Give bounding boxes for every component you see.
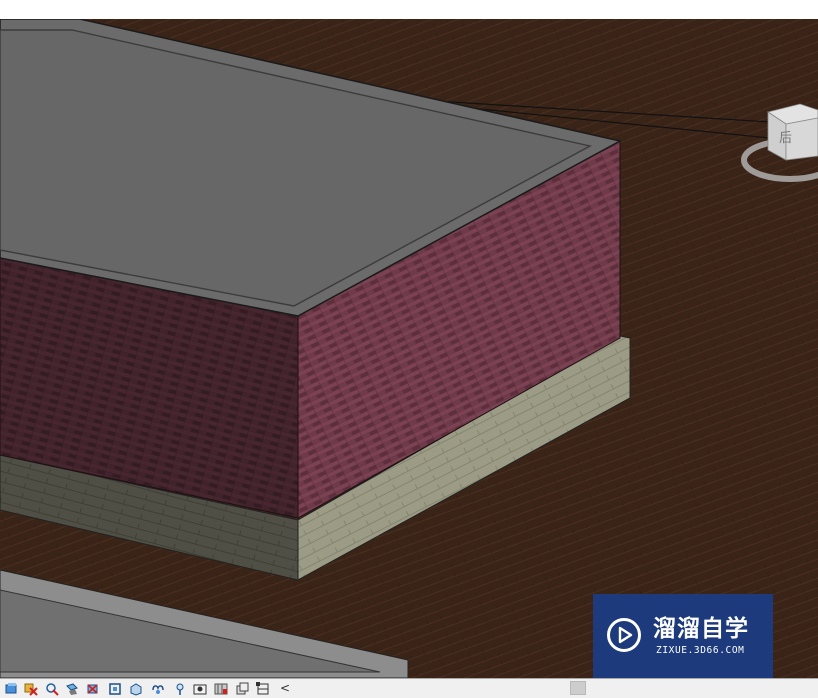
watermark-logo: 溜溜自学 ZIXUE.3D66.COM bbox=[593, 594, 773, 678]
shadows-icon[interactable] bbox=[64, 681, 79, 696]
unlock-3d-view-icon[interactable] bbox=[150, 681, 165, 696]
watermark-title: 溜溜自学 bbox=[653, 616, 749, 642]
watermark-subtitle: ZIXUE.3D66.COM bbox=[656, 645, 745, 656]
view-control-bar: < bbox=[0, 678, 818, 698]
collapse-toolbar-arrow[interactable]: < bbox=[280, 680, 290, 697]
detail-level-icon[interactable] bbox=[4, 681, 19, 696]
play-logo-icon bbox=[607, 618, 641, 652]
horizontal-scrollbar-thumb[interactable] bbox=[570, 681, 586, 695]
crop-region-icon[interactable] bbox=[107, 681, 122, 696]
rendering-icon[interactable] bbox=[85, 681, 100, 696]
sun-path-icon[interactable] bbox=[44, 681, 59, 696]
title-strip bbox=[0, 0, 818, 20]
visual-style-icon[interactable] bbox=[23, 681, 38, 696]
viewcube-face-label: 后 bbox=[779, 131, 792, 146]
3d-view-canvas[interactable]: 后 bbox=[0, 19, 818, 678]
show-crop-icon[interactable] bbox=[128, 681, 143, 696]
temporary-view-properties-icon[interactable] bbox=[213, 681, 228, 696]
reveal-hidden-icon[interactable] bbox=[192, 681, 207, 696]
analytical-model-icon[interactable] bbox=[255, 681, 270, 696]
worksharing-display-icon[interactable] bbox=[234, 681, 249, 696]
temporary-hide-icon[interactable] bbox=[172, 681, 187, 696]
